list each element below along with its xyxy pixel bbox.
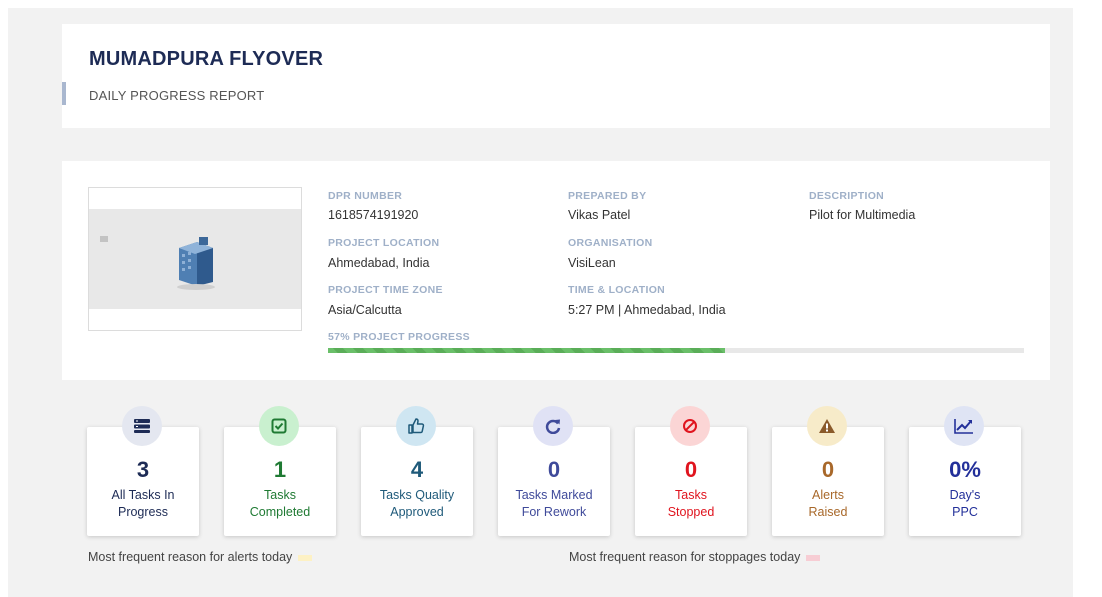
stat-card-tasks-completed[interactable]: 1 Tasks Completed (224, 406, 336, 536)
thumbnail-image (89, 209, 301, 309)
project-progress-bar (328, 348, 1024, 353)
stat-label: All Tasks In Progress (111, 488, 175, 519)
organisation-value: VisiLean (568, 256, 616, 270)
stat-card-alerts-raised[interactable]: 0 Alerts Raised (772, 406, 884, 536)
stat-label: Day's PPC (949, 488, 981, 519)
project-progress-fill (328, 348, 725, 353)
check-square-icon (259, 406, 299, 446)
stat-value: 0 (684, 457, 698, 482)
stat-value: 0 (547, 457, 561, 482)
organisation-label: ORGANISATION (568, 237, 653, 249)
camera-icon (100, 236, 108, 242)
dpr-number-value: 1618574191920 (328, 208, 419, 222)
stat-value: 4 (410, 457, 424, 482)
time-zone-label: PROJECT TIME ZONE (328, 284, 443, 296)
report-header: MUMADPURA FLYOVER DAILY PROGRESS REPORT (62, 24, 1050, 128)
stat-label: Tasks Stopped (667, 488, 715, 519)
stat-value: 1 (273, 457, 287, 482)
prepared-by-label: PREPARED BY (568, 190, 647, 202)
stat-value: 0 (821, 457, 835, 482)
stoppages-reason-text: Most frequent reason for stoppages today (569, 550, 801, 564)
alerts-reason-text: Most frequent reason for alerts today (88, 550, 293, 564)
stoppages-reason-note: Most frequent reason for stoppages today (569, 550, 821, 564)
stat-card-tasks-stopped[interactable]: 0 Tasks Stopped (635, 406, 747, 536)
alerts-reason-swatch (298, 554, 313, 561)
stat-card-days-ppc[interactable]: 0% Day's PPC (909, 406, 1021, 536)
project-location-value: Ahmedabad, India (328, 256, 430, 270)
stoppages-reason-swatch (806, 554, 821, 561)
redo-icon (533, 406, 573, 446)
description-value: Pilot for Multimedia (809, 208, 916, 222)
report-subtitle: DAILY PROGRESS REPORT (89, 88, 265, 103)
stat-label: Alerts Raised (808, 488, 848, 519)
project-location-label: PROJECT LOCATION (328, 237, 440, 249)
stat-value: 0% (949, 457, 981, 482)
prepared-by-value: Vikas Patel (568, 208, 631, 222)
building-icon (177, 237, 215, 290)
project-thumbnail[interactable] (88, 187, 302, 331)
stat-card-all-tasks[interactable]: 3 All Tasks In Progress (87, 406, 199, 536)
time-zone-value: Asia/Calcutta (328, 303, 402, 317)
project-info-card: DPR NUMBER 1618574191920 PREPARED BY Vik… (62, 161, 1050, 380)
project-progress-label: 57% PROJECT PROGRESS (328, 331, 470, 343)
stat-label: Tasks Quality Approved (379, 488, 455, 519)
stat-card-marked-rework[interactable]: 0 Tasks Marked For Rework (498, 406, 610, 536)
stat-label: Tasks Completed (249, 488, 311, 519)
warning-icon (807, 406, 847, 446)
chart-line-icon (944, 406, 984, 446)
stat-value: 3 (136, 457, 150, 482)
ban-icon (670, 406, 710, 446)
list-icon (122, 406, 162, 446)
page-title: MUMADPURA FLYOVER (89, 48, 324, 70)
time-location-value: 5:27 PM | Ahmedabad, India (568, 303, 726, 317)
time-location-label: TIME & LOCATION (568, 284, 666, 296)
subtitle-accent-bar (62, 82, 66, 105)
dpr-number-label: DPR NUMBER (328, 190, 403, 202)
alerts-reason-note: Most frequent reason for alerts today (88, 550, 313, 564)
description-label: DESCRIPTION (809, 190, 885, 202)
thumbs-up-icon (396, 406, 436, 446)
stat-label: Tasks Marked For Rework (515, 488, 593, 519)
stat-card-quality-approved[interactable]: 4 Tasks Quality Approved (361, 406, 473, 536)
